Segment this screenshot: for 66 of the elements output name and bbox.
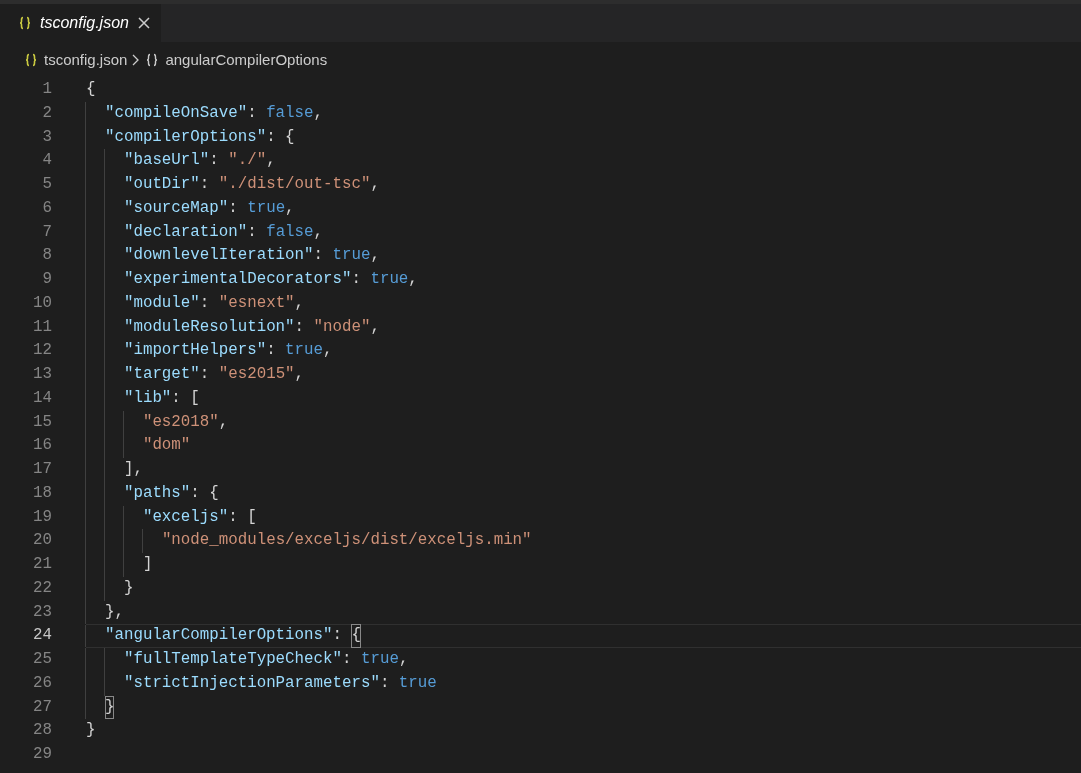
json-braces-icon — [24, 53, 38, 67]
line-number: 15 — [32, 411, 52, 433]
code-line: "declaration": false, — [86, 220, 324, 245]
code-line: "importHelpers": true, — [86, 339, 333, 363]
line-number: 21 — [32, 554, 52, 576]
code-line: "strictInjectionParameters": true — [86, 671, 437, 696]
code-line: "lib": [ — [86, 386, 200, 411]
code-line: "outDir": "./dist/out-tsc", — [86, 173, 380, 197]
line-number: 4 — [41, 150, 52, 172]
breadcrumb-label: tsconfig.json — [44, 49, 128, 70]
code-line: "baseUrl": "./", — [86, 149, 276, 173]
code-line: ] — [86, 553, 153, 577]
line-number: 17 — [32, 459, 52, 481]
line-number: 25 — [32, 649, 52, 671]
line-number: 6 — [41, 197, 52, 219]
line-number: 3 — [41, 126, 52, 148]
breadcrumb-item[interactable]: angularCompilerOptions — [145, 48, 328, 72]
code-line: ], — [86, 458, 143, 482]
code-line: "paths": { — [86, 481, 219, 506]
code-line: "node_modules/exceljs/dist/exceljs.min" — [86, 529, 532, 553]
line-number: 10 — [32, 292, 52, 314]
editor-tab[interactable]: tsconfig.json — [0, 4, 161, 42]
code-line: "module": "esnext", — [86, 291, 305, 316]
code-line: "downlevelIteration": true, — [86, 244, 380, 268]
code-line: "compilerOptions": { — [86, 125, 295, 150]
code-line: "experimentalDecorators": true, — [86, 268, 418, 292]
code-line: { — [86, 79, 96, 101]
breadcrumb-item[interactable]: tsconfig.json — [24, 48, 128, 72]
line-number: 20 — [32, 530, 52, 552]
code-line: "es2018", — [86, 410, 229, 435]
code-line: "dom" — [86, 434, 191, 458]
line-number: 12 — [32, 340, 52, 362]
line-number: 24 — [32, 625, 52, 647]
close-icon[interactable] — [136, 16, 151, 30]
line-number: 8 — [41, 245, 52, 267]
line-number: 13 — [32, 364, 52, 386]
code-line: "angularCompilerOptions": { — [86, 625, 361, 647]
line-number: 22 — [32, 577, 52, 599]
line-number: 1 — [41, 79, 52, 101]
line-number: 27 — [32, 696, 52, 718]
code-line: "exceljs": [ — [86, 505, 257, 530]
code-line: "compileOnSave": false, — [86, 101, 324, 126]
line-number: 5 — [41, 174, 52, 196]
line-number: 19 — [32, 506, 52, 528]
line-number: 26 — [32, 672, 52, 694]
line-number: 16 — [32, 435, 52, 457]
code-line: } — [86, 695, 115, 720]
line-number: 11 — [32, 316, 52, 338]
code-line: "target": "es2015", — [86, 363, 305, 387]
line-number: 23 — [32, 601, 52, 623]
code-line: "sourceMap": true, — [86, 196, 295, 221]
line-number: 2 — [41, 102, 52, 124]
code-line: "moduleResolution": "node", — [86, 315, 380, 340]
line-number: 14 — [32, 387, 52, 409]
line-number: 9 — [41, 269, 52, 291]
line-number: 28 — [32, 720, 52, 742]
code-line: "fullTemplateTypeCheck": true, — [86, 648, 409, 672]
code-line: }, — [86, 600, 124, 625]
code-line: } — [86, 576, 134, 601]
line-number: 7 — [41, 221, 52, 243]
line-number: 18 — [32, 482, 52, 504]
breadcrumb-label: angularCompilerOptions — [165, 49, 328, 70]
code-line: } — [86, 720, 96, 742]
json-braces-icon — [145, 53, 160, 67]
json-braces-icon — [18, 16, 32, 30]
line-number: 29 — [32, 744, 52, 766]
